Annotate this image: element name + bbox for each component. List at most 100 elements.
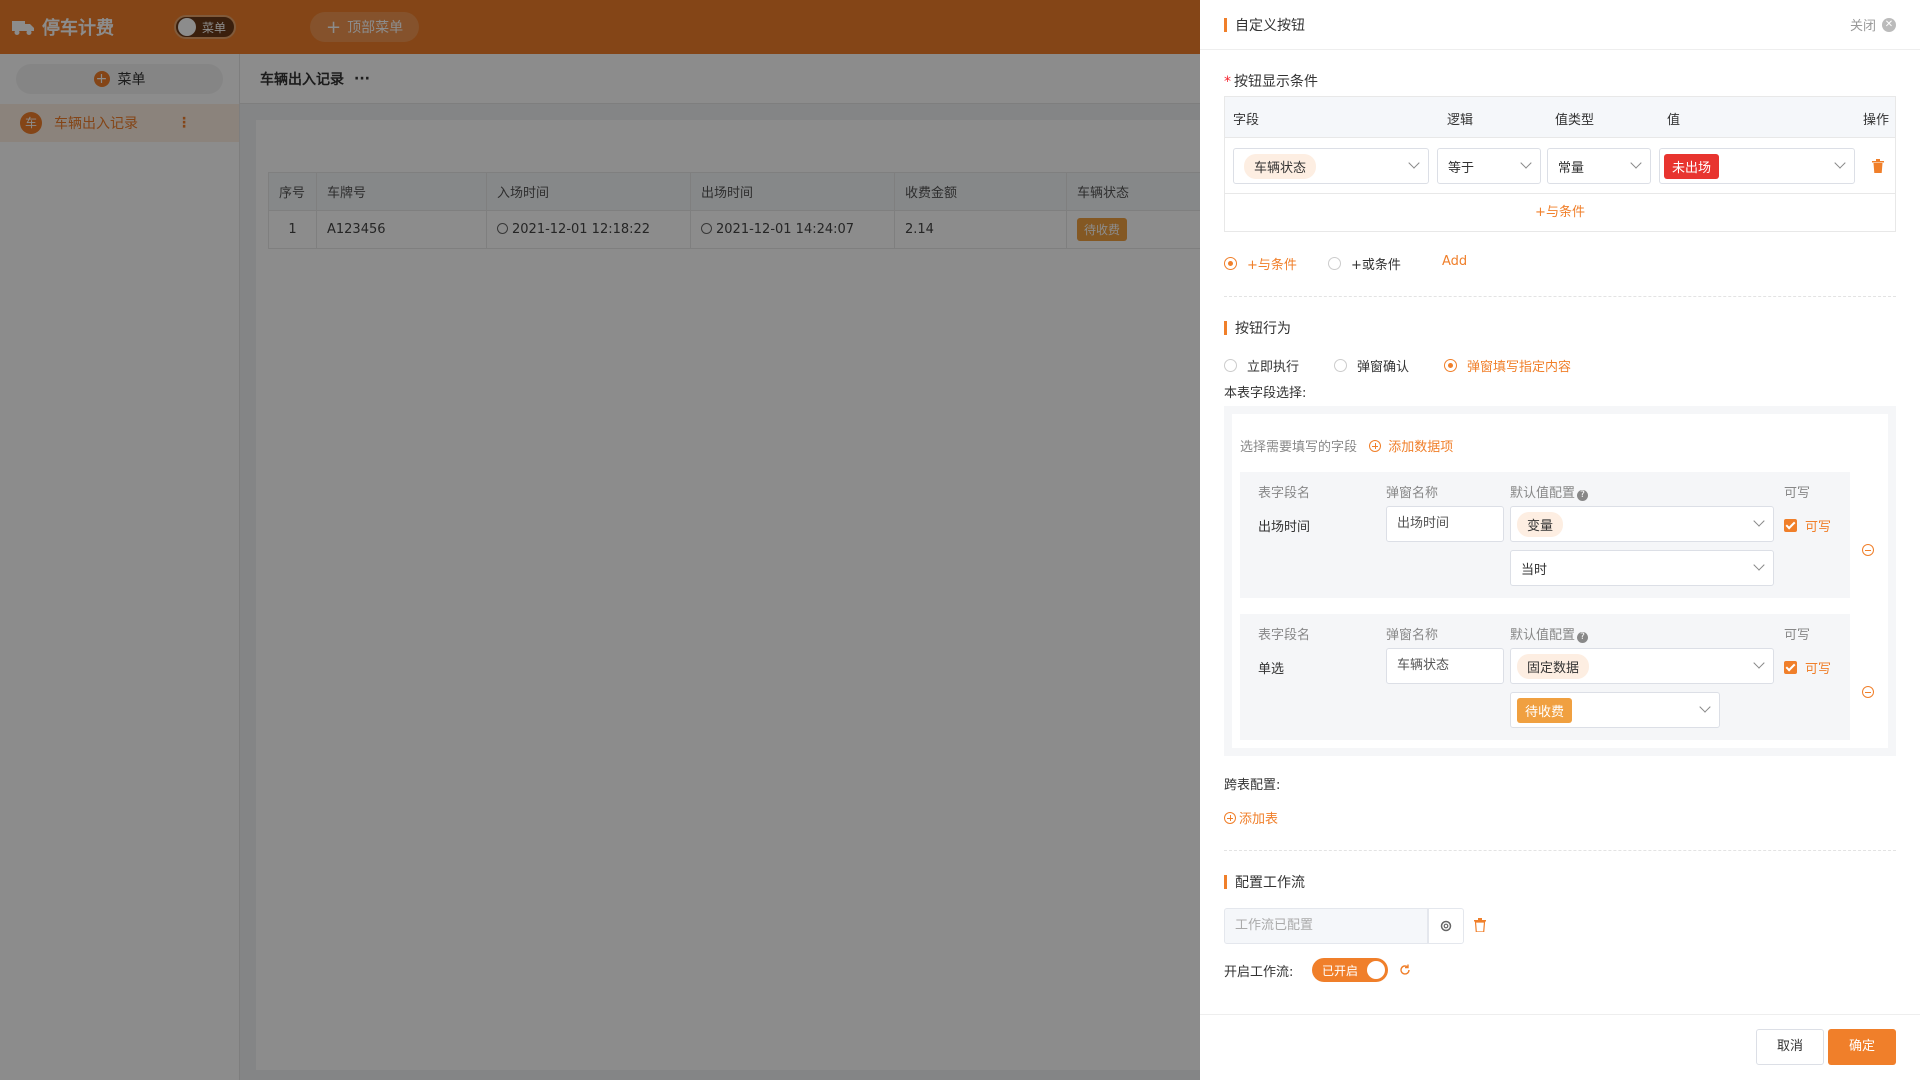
workflow-toggle[interactable]: 已开启 xyxy=(1312,958,1388,982)
col-field: 字段 xyxy=(1233,113,1260,128)
label-field-name: 表字段名 xyxy=(1258,628,1311,643)
default-type-chip: 变量 xyxy=(1517,511,1564,537)
logic-value: 等于 xyxy=(1448,160,1475,176)
field-card: 表字段名 弹窗名称 默认值配置? 可写 单选 车辆状态 固定数据 待收费 可写 xyxy=(1240,614,1850,740)
condition-table-header: 字段 逻辑 值类型 值 操作 xyxy=(1225,97,1895,137)
radio-label: 弹窗填写指定内容 xyxy=(1467,360,1572,375)
radio-label: 弹窗确认 xyxy=(1357,360,1410,375)
field-selection-box: 选择需要填写的字段 添加数据项 表字段名 弹窗名称 默认值配置? 可写 出场时间… xyxy=(1224,406,1896,756)
delete-icon[interactable] xyxy=(1474,918,1486,932)
radio-and-label: +与条件 xyxy=(1247,258,1297,273)
field-selection-inner: 选择需要填写的字段 添加数据项 表字段名 弹窗名称 默认值配置? 可写 出场时间… xyxy=(1232,414,1888,748)
section-marker xyxy=(1224,875,1227,889)
select-prompt: 选择需要填写的字段 添加数据项 xyxy=(1240,436,1453,455)
label-default-config: 默认值配置? xyxy=(1510,482,1589,501)
label-default-text: 默认值配置 xyxy=(1510,628,1576,643)
radio-popup-fill[interactable]: 弹窗填写指定内容 xyxy=(1444,356,1571,375)
select-prompt-text: 选择需要填写的字段 xyxy=(1240,440,1358,455)
radio-dot xyxy=(1334,359,1347,372)
add-data-item-link[interactable]: 添加数据项 xyxy=(1369,440,1453,455)
confirm-button[interactable]: 确定 xyxy=(1828,1029,1896,1065)
workflow-settings-button[interactable] xyxy=(1428,908,1464,944)
label-popup-name: 弹窗名称 xyxy=(1386,486,1439,501)
drawer-footer: 取消 确定 xyxy=(1200,1014,1920,1080)
plus-circle-icon xyxy=(1369,440,1382,452)
field-card: 表字段名 弹窗名称 默认值配置? 可写 出场时间 出场时间 变量 当时 可写 xyxy=(1240,472,1850,598)
radio-dot xyxy=(1328,257,1341,270)
add-condition-link[interactable]: Add xyxy=(1442,254,1467,269)
default-type-chip: 固定数据 xyxy=(1517,653,1590,679)
chevron-down-icon xyxy=(1699,701,1711,713)
chevron-down-icon xyxy=(1753,559,1765,571)
col-logic: 逻辑 xyxy=(1447,113,1474,128)
condition-row: 车辆状态 等于 常量 未出场 xyxy=(1225,137,1895,193)
this-table-label: 本表字段选择: xyxy=(1224,386,1307,401)
refresh-icon[interactable] xyxy=(1398,963,1412,977)
display-condition-title-text: 按钮显示条件 xyxy=(1234,74,1318,90)
behavior-title-text: 按钮行为 xyxy=(1235,321,1291,337)
radio-and-condition[interactable]: +与条件 xyxy=(1224,254,1297,273)
drawer-title: 自定义按钮 xyxy=(1235,17,1305,34)
remove-circle-icon[interactable] xyxy=(1862,544,1874,556)
col-value: 值 xyxy=(1667,113,1681,128)
label-default-config: 默认值配置? xyxy=(1510,624,1589,643)
workflow-title-text: 配置工作流 xyxy=(1235,875,1305,891)
chevron-down-icon xyxy=(1834,157,1846,169)
custom-button-drawer: 自定义按钮 关闭 ✕ * 按钮显示条件 字段 逻辑 值类型 值 操作 车辆状态 等… xyxy=(1200,0,1920,1080)
radio-or-condition[interactable]: +或条件 xyxy=(1328,254,1401,273)
radio-popup-confirm[interactable]: 弹窗确认 xyxy=(1334,356,1409,375)
col-action: 操作 xyxy=(1862,113,1889,128)
radio-label: 立即执行 xyxy=(1247,360,1300,375)
label-default-text: 默认值配置 xyxy=(1510,486,1576,501)
help-icon: ? xyxy=(1577,490,1589,501)
cancel-button[interactable]: 取消 xyxy=(1756,1029,1824,1065)
default-type-select[interactable]: 变量 xyxy=(1510,506,1774,542)
add-table-link[interactable]: 添加表 xyxy=(1224,808,1278,827)
value-select[interactable]: 未出场 xyxy=(1659,148,1855,184)
logic-select[interactable]: 等于 xyxy=(1437,148,1541,184)
close-button[interactable]: 关闭 ✕ xyxy=(1850,15,1896,34)
value-type-select[interactable]: 常量 xyxy=(1547,148,1651,184)
help-icon: ? xyxy=(1577,632,1589,643)
chevron-down-icon xyxy=(1753,657,1765,669)
default-value-select[interactable]: 待收费 xyxy=(1510,692,1720,728)
default-value-chip: 待收费 xyxy=(1517,697,1573,723)
popup-name-input[interactable]: 车辆状态 xyxy=(1386,648,1504,684)
required-mark: * xyxy=(1224,74,1231,90)
enable-workflow-label: 开启工作流: xyxy=(1224,965,1294,980)
radio-dot xyxy=(1224,359,1237,372)
default-value-select[interactable]: 当时 xyxy=(1510,550,1774,586)
writable-checkbox[interactable]: 可写 xyxy=(1784,516,1831,535)
gear-icon xyxy=(1440,920,1452,932)
display-condition-title: * 按钮显示条件 xyxy=(1224,71,1318,91)
value-type-value: 常量 xyxy=(1558,160,1585,176)
writable-checkbox[interactable]: 可写 xyxy=(1784,658,1831,677)
condition-table: 字段 逻辑 值类型 值 操作 车辆状态 等于 常量 未出场 +与条件 xyxy=(1224,96,1896,232)
checkbox-checked-icon xyxy=(1784,519,1797,532)
plus-circle-icon xyxy=(1224,812,1236,824)
field-name-value: 单选 xyxy=(1258,662,1285,677)
add-table-label: 添加表 xyxy=(1239,812,1279,827)
workflow-input[interactable]: 工作流已配置 xyxy=(1224,908,1428,944)
remove-circle-icon[interactable] xyxy=(1862,686,1874,698)
value-chip: 未出场 xyxy=(1664,153,1720,179)
default-type-select[interactable]: 固定数据 xyxy=(1510,648,1774,684)
add-data-item-label: 添加数据项 xyxy=(1388,440,1454,455)
label-popup-name: 弹窗名称 xyxy=(1386,628,1439,643)
default-value: 当时 xyxy=(1521,562,1548,578)
chevron-down-icon xyxy=(1630,157,1642,169)
chevron-down-icon xyxy=(1408,157,1420,169)
field-name-value: 出场时间 xyxy=(1258,520,1311,535)
label-writable: 可写 xyxy=(1784,486,1811,501)
close-label: 关闭 xyxy=(1849,19,1876,34)
toggle-knob xyxy=(1367,961,1385,979)
toggle-label: 已开启 xyxy=(1322,963,1359,978)
field-select[interactable]: 车辆状态 xyxy=(1233,148,1429,184)
section-marker xyxy=(1224,321,1227,335)
add-and-condition-row[interactable]: +与条件 xyxy=(1225,193,1895,231)
popup-name-input[interactable]: 出场时间 xyxy=(1386,506,1504,542)
delete-icon[interactable] xyxy=(1872,159,1884,173)
radio-execute-now[interactable]: 立即执行 xyxy=(1224,356,1299,375)
writable-label: 可写 xyxy=(1805,520,1832,535)
behavior-title: 按钮行为 xyxy=(1224,318,1291,338)
